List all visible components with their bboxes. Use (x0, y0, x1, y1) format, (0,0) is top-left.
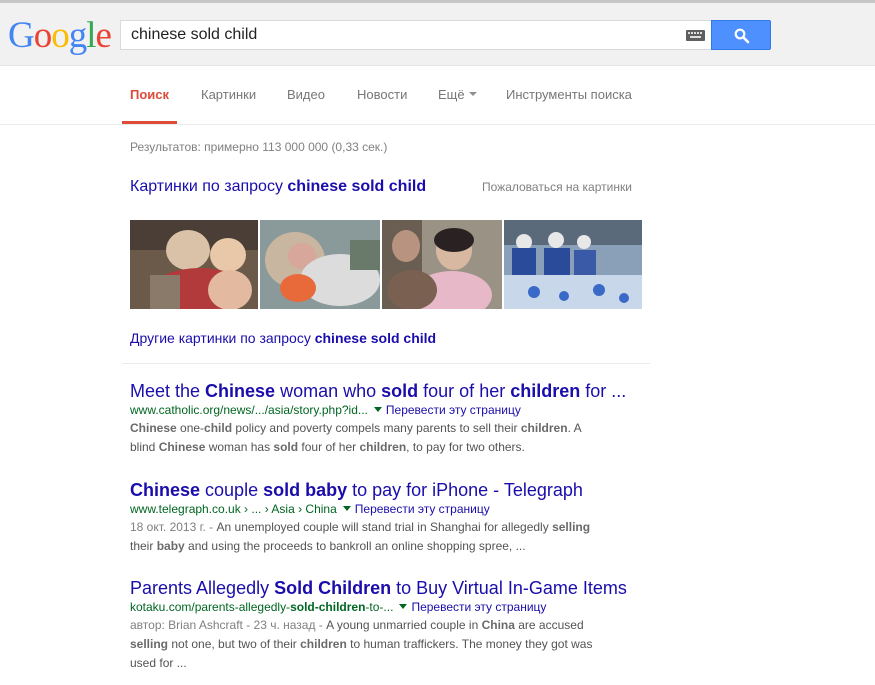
search-result: Parents Allegedly Sold Children to Buy V… (130, 577, 645, 673)
snippet-highlight: children (300, 637, 347, 651)
snippet-text: blind (130, 440, 159, 454)
title-highlight: Chinese (205, 381, 276, 401)
title-highlight: Sold Children (274, 578, 392, 598)
title-highlight: children (510, 381, 581, 401)
title-text: woman who (275, 381, 382, 401)
image-thumbnail-3[interactable] (382, 220, 502, 309)
image-thumbnail-2[interactable] (260, 220, 380, 309)
title-text: couple (200, 480, 264, 500)
result-url: www.telegraph.co.uk › ... › Asia › China (130, 502, 337, 516)
snippet-highlight: China (481, 618, 515, 632)
snippet-text: An unemployed couple will stand trial in… (216, 520, 553, 534)
result-snippet: автор: Brian Ashcraft - 23 ч. назад - A … (130, 616, 645, 673)
snippet-text: four of her (298, 440, 360, 454)
title-text: for ... (580, 381, 627, 401)
search-input[interactable] (131, 21, 671, 49)
title-text: Meet the (130, 381, 206, 401)
tab-search[interactable]: Поиск (130, 87, 169, 102)
result-title[interactable]: Meet the Chinese woman who sold four of … (130, 380, 645, 402)
image-heading-prefix: Картинки по запросу (130, 178, 288, 195)
keyboard-icon[interactable] (686, 30, 705, 41)
search-header: Google (0, 3, 875, 66)
dropdown-arrow-icon[interactable] (373, 407, 382, 413)
search-box[interactable] (120, 20, 711, 50)
result-date: автор: Brian Ashcraft - 23 ч. назад - (130, 618, 327, 632)
result-title[interactable]: Parents Allegedly Sold Children to Buy V… (130, 577, 645, 599)
translate-link[interactable]: Перевести эту страницу (411, 600, 546, 614)
title-text: four of her (418, 381, 511, 401)
active-tab-indicator (122, 121, 177, 124)
snippet-highlight: baby (156, 539, 185, 553)
report-images-link[interactable]: Пожаловаться на картинки (482, 180, 632, 194)
tab-search-tools[interactable]: Инструменты поиска (506, 87, 632, 102)
title-highlight: Chinese (130, 480, 201, 500)
image-results-heading[interactable]: Картинки по запросу chinese sold child (130, 178, 426, 196)
tab-more-label: Ещё (438, 87, 465, 102)
tab-video[interactable]: Видео (287, 87, 325, 102)
snippet-highlight: sold (273, 440, 299, 454)
snippet-text: policy and poverty compels many parents … (232, 421, 521, 435)
snippet-text: used for ... (130, 656, 187, 670)
search-button[interactable] (711, 20, 771, 50)
snippet-text: are accused (514, 618, 584, 632)
google-logo[interactable]: Google (8, 16, 112, 56)
result-stats: Результатов: примерно 113 000 000 (0,33 … (130, 140, 388, 154)
tab-images[interactable]: Картинки (201, 87, 256, 102)
title-text: to Buy Virtual In-Game Items (391, 578, 627, 598)
image-heading-query: chinese sold child (287, 178, 427, 195)
snippet-highlight: Chinese (130, 421, 177, 435)
snippet-text: to human traffickers. The money they got… (346, 637, 593, 651)
translate-link[interactable]: Перевести эту страницу (386, 403, 521, 417)
title-text: to pay for iPhone - Telegraph (347, 480, 583, 500)
search-result: Meet the Chinese woman who sold four of … (130, 380, 645, 457)
result-url: kotaku.com/parents-allegedly- (130, 600, 291, 614)
more-images-prefix: Другие картинки по запросу (130, 330, 315, 346)
result-url: -to-... (365, 600, 394, 614)
result-date: 18 окт. 2013 г. - (130, 520, 217, 534)
title-text: Parents Allegedly (130, 578, 275, 598)
more-images-link[interactable]: Другие картинки по запросу chinese sold … (130, 330, 436, 346)
result-url-line: www.telegraph.co.uk › ... › Asia › China… (130, 501, 645, 518)
search-result: Chinese couple sold baby to pay for iPho… (130, 479, 645, 556)
dropdown-arrow-icon[interactable] (342, 506, 351, 512)
snippet-text: their (130, 539, 157, 553)
more-images-query: chinese sold child (314, 330, 437, 346)
result-url-line: www.catholic.org/news/.../asia/story.php… (130, 402, 645, 419)
result-snippet: Chinese one-child policy and poverty com… (130, 419, 645, 457)
snippet-text: one- (176, 421, 205, 435)
image-thumbnail-4[interactable] (504, 220, 642, 309)
image-thumbnail-1[interactable] (130, 220, 258, 309)
snippet-highlight: child (204, 421, 233, 435)
snippet-text: , to pay for two others. (406, 440, 525, 454)
snippet-text: not one, but two of their (168, 637, 301, 651)
result-title[interactable]: Chinese couple sold baby to pay for iPho… (130, 479, 645, 501)
snippet-highlight: selling (552, 520, 591, 534)
result-url: www.catholic.org/news/.../asia/story.php… (130, 403, 368, 417)
search-icon (734, 28, 750, 44)
snippet-highlight: children (359, 440, 407, 454)
result-snippet: 18 окт. 2013 г. - An unemployed couple w… (130, 518, 645, 556)
title-highlight: sold baby (263, 480, 348, 500)
snippet-highlight: Chinese (158, 440, 206, 454)
chevron-down-icon (468, 91, 477, 96)
search-tabs: Поиск Картинки Видео Новости Ещё Инструм… (0, 66, 875, 125)
section-divider (122, 363, 650, 364)
tab-news[interactable]: Новости (357, 87, 407, 102)
snippet-text: . A (567, 421, 582, 435)
snippet-text: woman has (205, 440, 274, 454)
translate-link[interactable]: Перевести эту страницу (355, 502, 490, 516)
snippet-text: A young unmarried couple in (326, 618, 482, 632)
tab-more[interactable]: Ещё (438, 87, 477, 102)
snippet-highlight: children (520, 421, 568, 435)
title-highlight: sold (381, 381, 419, 401)
result-url-highlight: sold-children (290, 600, 366, 614)
snippet-highlight: selling (130, 637, 169, 651)
result-url-line: kotaku.com/parents-allegedly-sold-childr… (130, 599, 645, 616)
dropdown-arrow-icon[interactable] (399, 604, 408, 610)
snippet-text: and using the proceeds to bankroll an on… (184, 539, 526, 553)
